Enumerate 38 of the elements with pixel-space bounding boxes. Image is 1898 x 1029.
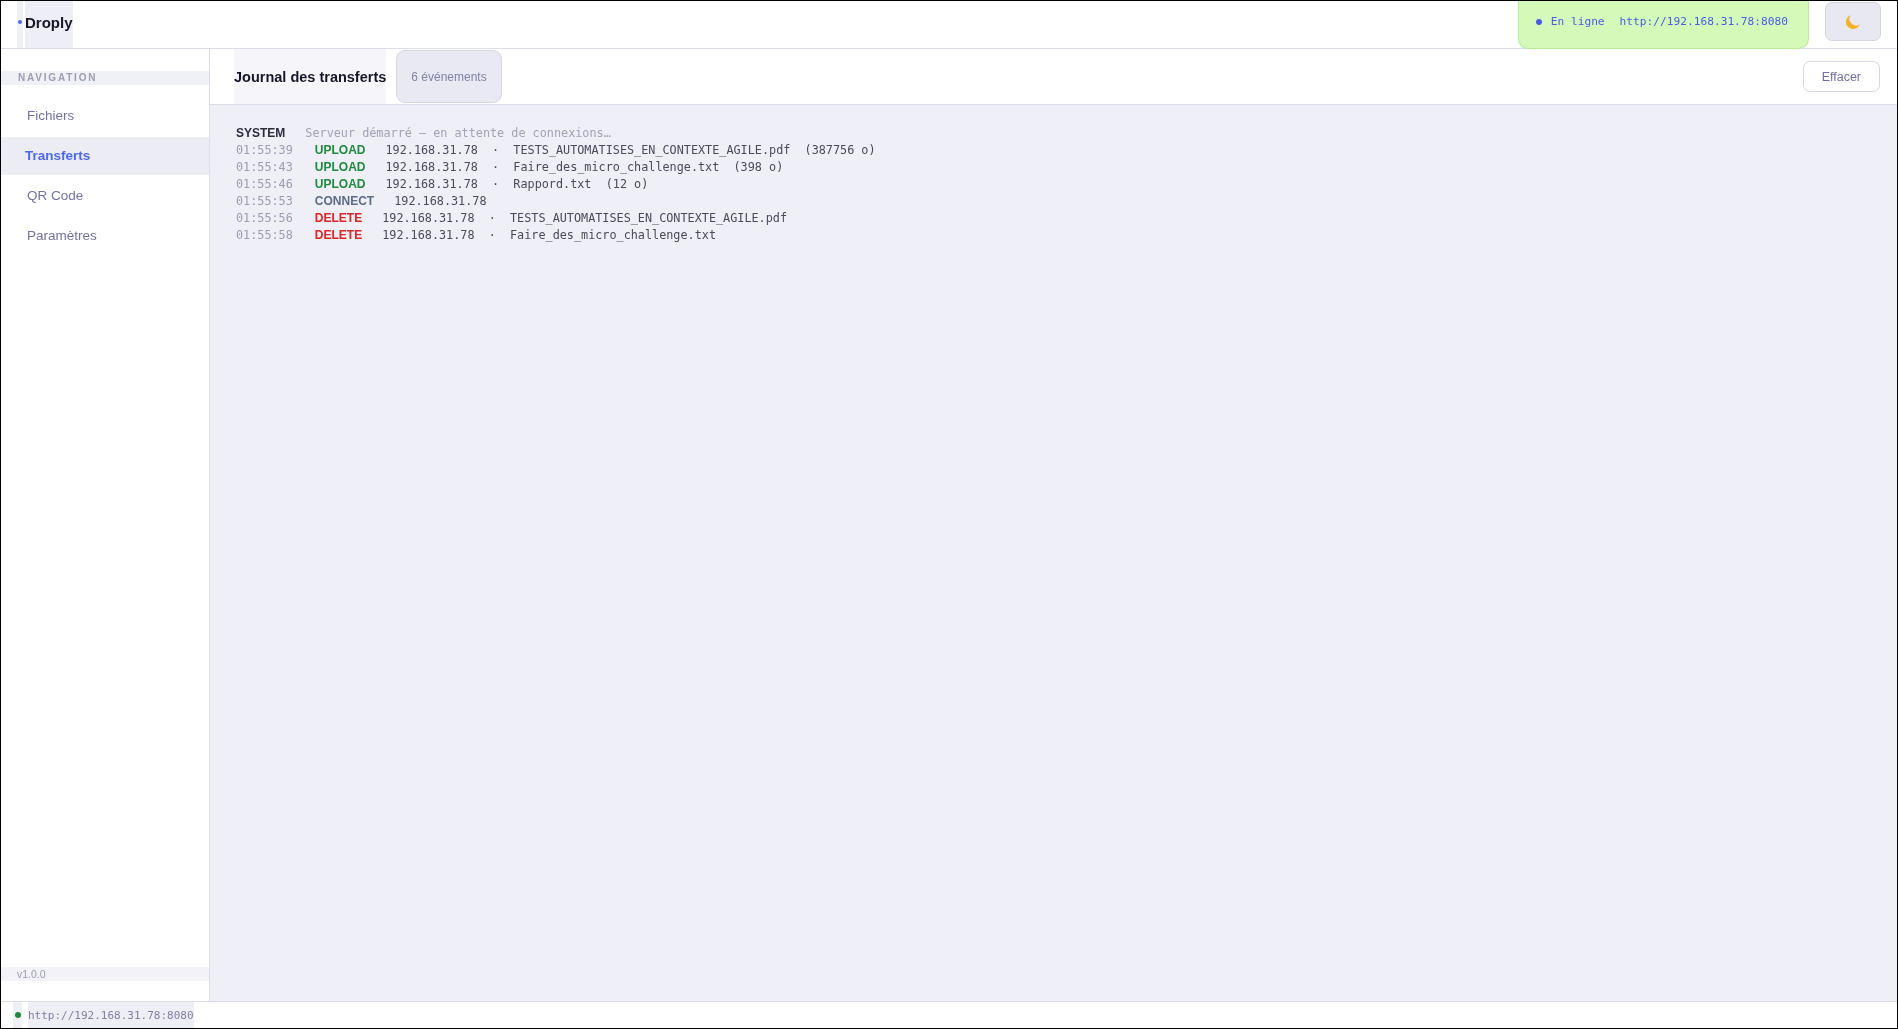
logo-dot-icon bbox=[18, 20, 22, 24]
log-message: Serveur démarré — en attente de connexions… bbox=[305, 125, 611, 142]
log-message: 192.168.31.78 · Faire_des_micro_challenge.txt bbox=[382, 227, 716, 244]
log-timestamp: 01:55:56 bbox=[236, 210, 293, 227]
panel-title: Journal des transferts bbox=[234, 49, 387, 104]
event-type: UPLOAD bbox=[314, 176, 366, 193]
event-type: DELETE bbox=[314, 210, 363, 227]
section-label: NAVIGATION bbox=[1, 71, 209, 85]
log-message: 192.168.31.78 · Faire_des_micro_challenge.txt (398 o) bbox=[385, 159, 784, 176]
log-message: 192.168.31.78 · TESTS_AUTOMATISES_EN_CONTEXTE_AGILE.pdf (387756 o) bbox=[385, 142, 876, 159]
log-message: 192.168.31.78 · Rappord.txt (12 o) bbox=[385, 176, 649, 193]
version-label: v1.0.0 bbox=[1, 967, 209, 981]
log-timestamp: 01:55:39 bbox=[236, 142, 293, 159]
nav-item[interactable]: Transferts bbox=[1, 137, 209, 175]
nav-item[interactable]: Fichiers bbox=[1, 97, 209, 135]
event-type: SYSTEM bbox=[236, 125, 286, 142]
app-name: Droply bbox=[25, 1, 73, 48]
server-url: http://192.168.31.78:8080 bbox=[28, 1002, 194, 1028]
nav-item[interactable]: Paramètres bbox=[1, 217, 209, 255]
status-dot-icon bbox=[14, 1012, 21, 1018]
server-url: http://192.168.31.78:8080 bbox=[1619, 14, 1788, 29]
log-message: 192.168.31.78 bbox=[394, 193, 487, 210]
event-type: DELETE bbox=[314, 227, 363, 244]
log-timestamp: 01:55:46 bbox=[236, 176, 293, 193]
status-dot-icon bbox=[1535, 18, 1542, 25]
event-count: 6 événements bbox=[396, 50, 502, 103]
event-type: UPLOAD bbox=[314, 142, 366, 159]
status-label: En ligne bbox=[1550, 14, 1605, 29]
nav-item[interactable]: QR Code bbox=[1, 177, 209, 215]
theme-toggle-button[interactable] bbox=[1825, 2, 1881, 41]
event-type: UPLOAD bbox=[314, 159, 366, 176]
log-timestamp: 01:55:53 bbox=[236, 193, 293, 210]
log-timestamp: 01:55:58 bbox=[236, 227, 293, 244]
event-type: CONNECT bbox=[314, 193, 375, 210]
log-timestamp: 01:55:43 bbox=[236, 159, 293, 176]
moon-icon bbox=[1846, 14, 1860, 29]
log-message: 192.168.31.78 · TESTS_AUTOMATISES_EN_CONTEXTE_AGILE.pdf bbox=[382, 210, 787, 227]
clear-button[interactable]: Effacer bbox=[1802, 61, 1880, 92]
